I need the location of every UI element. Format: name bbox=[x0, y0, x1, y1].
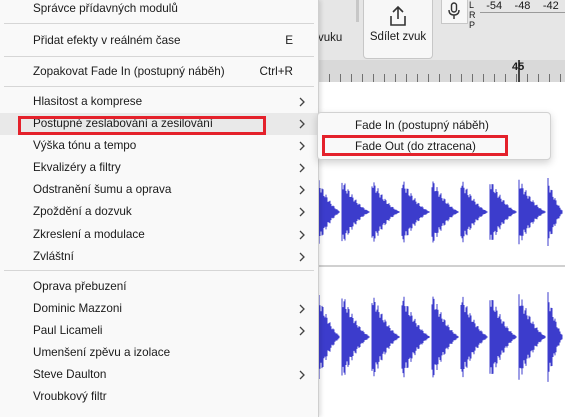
share-audio-label: Sdílet zvuk bbox=[369, 31, 427, 43]
meter-channel-letters: L R P bbox=[469, 0, 479, 30]
menu-item-vocal-reduction[interactable]: Umenšení zpěvu a izolace bbox=[0, 342, 318, 364]
track-separator bbox=[318, 265, 565, 267]
microphone-icon bbox=[448, 2, 460, 19]
toolbar-divider bbox=[356, 0, 359, 22]
share-icon bbox=[390, 5, 406, 26]
meter-tick-label: -48 bbox=[514, 0, 531, 12]
ruler-label: 45 bbox=[512, 61, 525, 73]
menu-item-label: Přidat efekty v reálném čase bbox=[33, 34, 181, 47]
menu-item-repeat-fade-in[interactable]: Zopakovat Fade In (postupný náběh) Ctrl+… bbox=[0, 61, 318, 83]
menu-item-label: Vroubkový filtr bbox=[33, 390, 107, 403]
menu-item-distortion-modulation[interactable]: Zkreslení a modulace bbox=[0, 224, 318, 246]
meter-letter: P bbox=[469, 20, 476, 30]
menu-item-shortcut: E bbox=[285, 34, 293, 47]
menu-separator bbox=[4, 23, 314, 24]
meter-scale[interactable]: -54 -48 -42 bbox=[480, 0, 565, 12]
meter-bar bbox=[480, 12, 565, 13]
menu-item-label: Odstranění šumu a oprava bbox=[33, 183, 172, 196]
effects-menu: Správce přídavných modulů Přidat efekty … bbox=[0, 0, 319, 417]
chevron-right-icon bbox=[299, 185, 305, 195]
chevron-right-icon bbox=[299, 141, 305, 151]
chevron-right-icon bbox=[299, 97, 305, 107]
menu-item-label: Postupné zeslabování a zesilování bbox=[33, 117, 213, 130]
menu-item-clip-fix[interactable]: Oprava přebuzení bbox=[0, 276, 318, 298]
chevron-right-icon bbox=[299, 207, 305, 217]
menu-item-noise-repair[interactable]: Odstranění šumu a oprava bbox=[0, 179, 318, 201]
chevron-right-icon bbox=[299, 304, 305, 314]
chevron-right-icon bbox=[299, 119, 305, 129]
chevron-right-icon bbox=[299, 230, 305, 240]
submenu-item-fade-out[interactable]: Fade Out (do ztracena) bbox=[318, 137, 550, 157]
menu-item-steve-daulton[interactable]: Steve Daulton bbox=[0, 364, 318, 386]
fades-submenu: Fade In (postupný náběh) Fade Out (do zt… bbox=[317, 112, 551, 160]
menu-item-delay-reverb[interactable]: Zpoždění a dozvuk bbox=[0, 201, 318, 223]
chevron-right-icon bbox=[299, 163, 305, 173]
submenu-item-fade-in[interactable]: Fade In (postupný náběh) bbox=[318, 116, 550, 136]
meter-letter: R bbox=[469, 10, 476, 20]
microphone-button[interactable] bbox=[441, 0, 468, 24]
waveform-top[interactable] bbox=[318, 176, 565, 248]
toolbar-button-label-partial[interactable]: vuku bbox=[318, 32, 342, 44]
menu-item-paul-licameli[interactable]: Paul Licameli bbox=[0, 320, 318, 342]
menu-item-label: Výška tónu a tempo bbox=[33, 139, 137, 152]
menu-item-label: Hlasitost a komprese bbox=[33, 95, 143, 108]
menu-item-label: Dominic Mazzoni bbox=[33, 302, 122, 315]
share-audio-button[interactable]: Sdílet zvuk bbox=[363, 0, 433, 59]
menu-item-label: Zvláštní bbox=[33, 250, 74, 263]
menu-item-dominic-mazzoni[interactable]: Dominic Mazzoni bbox=[0, 298, 318, 320]
menu-item-volume-compression[interactable]: Hlasitost a komprese bbox=[0, 91, 318, 113]
submenu-item-label: Fade In (postupný náběh) bbox=[355, 119, 489, 132]
meter-letter: L bbox=[469, 0, 475, 10]
menu-item-label: Paul Licameli bbox=[33, 324, 103, 337]
menu-item-realtime-effects[interactable]: Přidat efekty v reálném čase E bbox=[0, 30, 318, 52]
menu-item-fades[interactable]: Postupné zeslabování a zesilování bbox=[0, 113, 318, 135]
submenu-item-label: Fade Out (do ztracena) bbox=[355, 140, 476, 153]
menu-separator bbox=[4, 270, 314, 271]
menu-separator bbox=[4, 86, 314, 87]
menu-separator bbox=[4, 56, 314, 57]
menu-item-label: Umenšení zpěvu a izolace bbox=[33, 346, 171, 359]
meter-tick-label: -42 bbox=[542, 0, 559, 12]
menu-item-label: Zkreslení a modulace bbox=[33, 228, 145, 241]
waveform-bottom[interactable] bbox=[318, 290, 565, 384]
waveform-path bbox=[318, 292, 563, 382]
menu-item-special[interactable]: Zvláštní bbox=[0, 246, 318, 268]
menu-item-pitch-tempo[interactable]: Výška tónu a tempo bbox=[0, 135, 318, 157]
meter-tick-label: -54 bbox=[486, 0, 503, 12]
waveform-path bbox=[318, 178, 563, 246]
menu-item-label: Ekvalizéry a filtry bbox=[33, 161, 121, 174]
ruler-ticks bbox=[318, 74, 565, 82]
menu-item-label: Oprava přebuzení bbox=[33, 280, 127, 293]
menu-item-label: Zpoždění a dozvuk bbox=[33, 205, 132, 218]
chevron-right-icon bbox=[299, 252, 305, 262]
chevron-right-icon bbox=[299, 370, 305, 380]
menu-item-eq-filters[interactable]: Ekvalizéry a filtry bbox=[0, 157, 318, 179]
menu-item-label: Zopakovat Fade In (postupný náběh) bbox=[33, 65, 225, 78]
chevron-right-icon bbox=[299, 326, 305, 336]
menu-item-label: Správce přídavných modulů bbox=[33, 2, 178, 15]
menu-item-label: Steve Daulton bbox=[33, 368, 107, 381]
menu-item-notch-filter[interactable]: Vroubkový filtr bbox=[0, 386, 318, 408]
menu-item-plugin-manager[interactable]: Správce přídavných modulů bbox=[0, 0, 318, 22]
menu-item-shortcut: Ctrl+R bbox=[259, 65, 293, 78]
